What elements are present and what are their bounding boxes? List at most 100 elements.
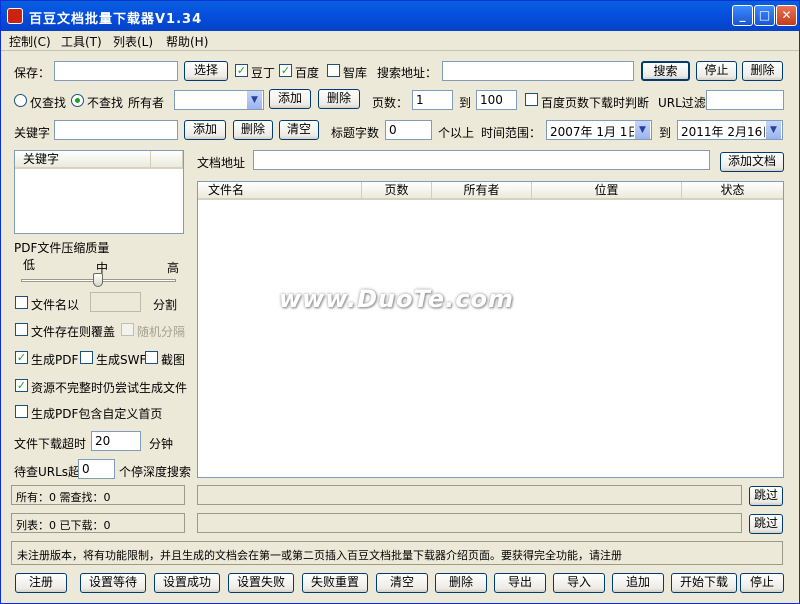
keyword-extra-header[interactable] [151,151,183,169]
baidu-pages-label: 百度页数下载时判断 [541,96,650,110]
quality-low-label: 低 [23,258,36,272]
overwrite-checkbox[interactable] [15,323,28,336]
app-icon [7,8,23,24]
random-split-label: 随机分隔 [137,325,186,339]
delete-list-button[interactable]: 删除 [435,573,487,593]
no-search-label: 不查找 [87,96,124,110]
set-waiting-button[interactable]: 设置等待 [80,573,146,593]
search-address-input[interactable] [442,61,634,81]
filename-checkbox[interactable] [15,296,28,309]
keyword-clear-button[interactable]: 清空 [279,120,319,140]
menu-help[interactable]: 帮助(H) [166,33,208,50]
minimize-button[interactable]: _ [732,5,753,26]
only-search-label: 仅查找 [30,96,67,110]
timeout-input[interactable]: 20 [91,431,141,451]
chevron-down-icon[interactable]: ▼ [634,121,650,139]
retry-checkbox[interactable]: ✓ [15,379,28,392]
col-position[interactable]: 位置 [532,182,682,200]
split-label: 分割 [153,298,178,312]
col-status[interactable]: 状态 [682,182,783,200]
pending-urls-input[interactable]: 0 [78,459,115,479]
minutes-label: 分钟 [149,437,174,451]
col-owner[interactable]: 所有者 [432,182,532,200]
pages-label: 页数： [372,96,409,110]
page-to-input[interactable]: 100 [476,90,517,110]
pdf-quality-slider-thumb[interactable] [93,273,103,287]
retry-label: 资源不完整时仍尝试生成文件 [31,381,188,395]
page-from-input[interactable]: 1 [412,90,453,110]
keyword-list[interactable]: 关键字 [14,150,184,234]
maximize-button[interactable]: □ [754,5,775,26]
date-from-value: 2007年 1月 1日 [550,125,640,139]
keyword-input[interactable] [54,120,178,140]
menu-control[interactable]: 控制(C) [9,33,51,50]
menu-tools[interactable]: 工具(T) [61,33,102,50]
delete-button[interactable]: 删除 [742,61,783,81]
export-button[interactable]: 导出 [494,573,546,593]
pages-to-label: 到 [459,96,472,110]
no-search-radio[interactable] [71,94,84,107]
keyword-column-header[interactable]: 关键字 [15,151,151,169]
title-chars-label: 标题字数 [331,126,380,140]
title-chars-input[interactable]: 0 [385,120,432,140]
date-to-picker[interactable]: 2011年 2月16日 ▼ [677,120,783,140]
gen-swf-label: 生成SWF [96,353,147,367]
register-button[interactable]: 注册 [15,573,67,593]
save-path-input[interactable] [54,61,178,81]
pending-suffix-label: 个停深度搜索 [119,465,192,479]
owner-select[interactable]: ▼ [174,90,264,110]
stop-download-button[interactable]: 停止 [740,573,784,593]
set-failure-button[interactable]: 设置失败 [228,573,294,593]
start-download-button[interactable]: 开始下载 [671,573,737,593]
pdf-quality-label: PDF文件压缩质量 [14,241,110,255]
url-filter-input[interactable] [706,90,784,110]
owner-delete-button[interactable]: 删除 [318,89,360,109]
baidu-checkbox[interactable]: ✓ [279,64,292,77]
skip-button-2[interactable]: 跳过 [749,514,783,534]
doc-address-input[interactable] [253,150,710,170]
col-filename[interactable]: 文件名 [198,182,362,200]
keyword-delete-button[interactable]: 删除 [233,120,273,140]
gen-pdf-checkbox[interactable]: ✓ [15,351,28,364]
screenshot-label: 截图 [161,353,186,367]
only-search-radio[interactable] [14,94,27,107]
menu-list[interactable]: 列表(L) [113,33,153,50]
gen-swf-checkbox[interactable] [80,351,93,364]
custom-home-label: 生成PDF包含自定义首页 [31,407,163,421]
timeout-label: 文件下载超时 [14,437,87,451]
baidu-pages-checkbox[interactable] [525,93,538,106]
random-split-checkbox[interactable] [121,323,134,336]
search-button[interactable]: 搜索 [641,61,690,81]
date-from-picker[interactable]: 2007年 1月 1日 ▼ [546,120,652,140]
douding-checkbox[interactable]: ✓ [235,64,248,77]
progress-bar-1 [197,485,742,505]
skip-button-1[interactable]: 跳过 [749,486,783,506]
owner-label: 所有者 [128,96,165,110]
stop-button[interactable]: 停止 [696,61,737,81]
set-success-button[interactable]: 设置成功 [154,573,220,593]
gen-pdf-label: 生成PDF [31,353,79,367]
search-address-label: 搜索地址： [377,66,438,80]
keyword-add-button[interactable]: 添加 [184,120,226,140]
append-button[interactable]: 追加 [612,573,664,593]
unregistered-notice: 未注册版本，将有功能限制，并且生成的文档会在第一或第二页插入百豆文档批量下载器介… [11,541,783,565]
chevron-down-icon[interactable]: ▼ [765,121,781,139]
main-window: 百豆文档批量下载器V1.34 _ □ ✕ 控制(C) 工具(T) 列表(L) 帮… [0,0,800,604]
owner-add-button[interactable]: 添加 [269,89,311,109]
close-button[interactable]: ✕ [776,5,797,26]
watermark-text: www.DuoTe.com [279,285,514,313]
filename-split-input[interactable] [90,292,141,312]
zhiku-checkbox[interactable] [327,64,340,77]
custom-home-checkbox[interactable] [15,405,28,418]
reset-failure-button[interactable]: 失败重置 [302,573,368,593]
import-button[interactable]: 导入 [553,573,605,593]
choose-button[interactable]: 选择 [184,61,228,81]
add-doc-button[interactable]: 添加文档 [720,152,784,172]
quality-high-label: 高 [167,261,180,275]
screenshot-checkbox[interactable] [145,351,158,364]
col-pages[interactable]: 页数 [362,182,432,200]
clear-list-button[interactable]: 清空 [376,573,428,593]
chevron-down-icon[interactable]: ▼ [246,91,262,109]
doc-address-label: 文档地址 [197,156,246,170]
document-table[interactable]: 文件名 页数 所有者 位置 状态 [197,181,784,478]
